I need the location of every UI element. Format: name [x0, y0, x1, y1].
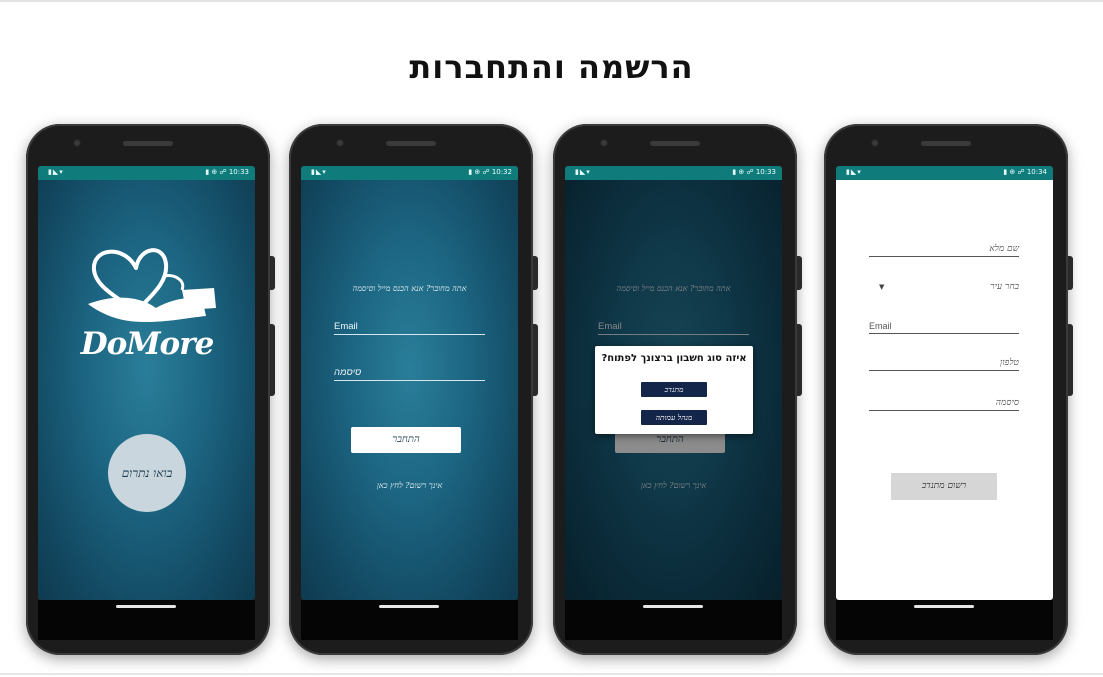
password-placeholder: סיסמה	[995, 398, 1019, 408]
volunteer-option-button[interactable]: מתנדב	[641, 382, 707, 397]
screen: ▮◣▾ ▮ ⊕ ☍ 10:32 אתה מחובר? אנא הכנס מייל…	[301, 166, 518, 600]
signal-wifi-icon: ▮◣▾	[575, 168, 591, 176]
full-name-placeholder: שם מלא	[989, 244, 1019, 254]
home-gesture-bar[interactable]	[116, 605, 176, 608]
status-bar: ▮◣▾ ▮ ⊕ ☍ 10:33	[565, 166, 782, 180]
nav-bar	[301, 600, 518, 640]
phone-register: ▮◣▾ ▮ ⊕ ☍ 10:34 שם מלא ▼ בחר עיר Email ט…	[824, 124, 1073, 655]
city-select[interactable]: ▼ בחר עיר	[869, 278, 1019, 294]
phone-account-dialog: ▮◣▾ ▮ ⊕ ☍ 10:33 אתה מחובר? אנא הכנס מייל…	[553, 124, 802, 655]
power-button	[533, 324, 538, 396]
lets-donate-button[interactable]: בואו נתרום	[108, 434, 186, 512]
status-bar: ▮◣▾ ▮ ⊕ ☍ 10:34	[836, 166, 1053, 180]
status-bar: ▮◣▾ ▮ ⊕ ☍ 10:32	[301, 166, 518, 180]
status-time: 10:33	[228, 168, 249, 176]
battery-icon: ▮ ⊕ ☍	[205, 168, 229, 176]
camera-icon	[871, 139, 879, 147]
home-gesture-bar[interactable]	[914, 605, 974, 608]
nav-bar	[565, 600, 782, 640]
speaker-grille	[123, 141, 173, 146]
full-name-field[interactable]: שם מלא	[869, 240, 1019, 257]
screen: ▮◣▾ ▮ ⊕ ☍ 10:34 שם מלא ▼ בחר עיר Email ט…	[836, 166, 1053, 600]
nav-bar	[38, 600, 255, 640]
signal-wifi-icon: ▮◣▾	[48, 168, 64, 176]
home-gesture-bar[interactable]	[643, 605, 703, 608]
email-field[interactable]: Email	[334, 318, 485, 335]
status-time: 10:33	[755, 168, 776, 176]
status-time: 10:34	[1026, 168, 1047, 176]
power-button	[1068, 324, 1073, 396]
heart-hands-logo-icon	[88, 248, 216, 322]
camera-icon	[600, 139, 608, 147]
dialog-title: איזה סוג חשבון ברצונך לפתוח?	[601, 353, 747, 364]
power-button	[797, 324, 802, 396]
volume-button	[1068, 256, 1073, 290]
login-button[interactable]: התחבר	[351, 427, 461, 453]
register-volunteer-button[interactable]: רשום מתנדב	[891, 473, 997, 500]
power-button	[270, 324, 275, 396]
password-field[interactable]: סיסמה	[334, 364, 485, 381]
nav-bar	[836, 600, 1053, 640]
email-placeholder: Email	[869, 321, 892, 331]
register-link[interactable]: אינך רשום? לחץ כאן	[301, 481, 518, 490]
volume-button	[270, 256, 275, 290]
logo-text: DoMore	[80, 326, 215, 362]
phone-splash: ▮◣▾ ▮ ⊕ ☍ 10:33 DoMore בואו נתרום	[26, 124, 275, 655]
dropdown-caret-icon: ▼	[879, 283, 885, 291]
home-gesture-bar[interactable]	[379, 605, 439, 608]
city-placeholder: בחר עיר	[990, 282, 1019, 292]
password-field[interactable]: סיסמה	[869, 394, 1019, 411]
camera-icon	[73, 139, 81, 147]
top-divider	[0, 0, 1103, 2]
phone-login: ▮◣▾ ▮ ⊕ ☍ 10:32 אתה מחובר? אנא הכנס מייל…	[289, 124, 538, 655]
screen: ▮◣▾ ▮ ⊕ ☍ 10:33 DoMore בואו נתרום	[38, 166, 255, 600]
status-time: 10:32	[491, 168, 512, 176]
speaker-grille	[650, 141, 700, 146]
email-placeholder: Email	[334, 321, 358, 332]
email-field[interactable]: Email	[869, 317, 1019, 334]
battery-icon: ▮ ⊕ ☍	[732, 168, 756, 176]
password-placeholder: סיסמה	[334, 367, 362, 378]
screen: ▮◣▾ ▮ ⊕ ☍ 10:33 אתה מחובר? אנא הכנס מייל…	[565, 166, 782, 600]
page-title: הרשמה והתחברות	[409, 48, 694, 86]
volume-button	[797, 256, 802, 290]
screen-background	[301, 180, 518, 600]
login-hint: אתה מחובר? אנא הכנס מייל וסיסמה	[352, 284, 467, 293]
speaker-grille	[921, 141, 971, 146]
phone-field[interactable]: טלפון	[869, 354, 1019, 371]
volume-button	[533, 256, 538, 290]
camera-icon	[336, 139, 344, 147]
signal-wifi-icon: ▮◣▾	[846, 168, 862, 176]
phone-placeholder: טלפון	[1000, 358, 1019, 368]
status-bar: ▮◣▾ ▮ ⊕ ☍ 10:33	[38, 166, 255, 180]
battery-icon: ▮ ⊕ ☍	[1003, 168, 1027, 176]
battery-icon: ▮ ⊕ ☍	[468, 168, 492, 176]
bottom-divider	[0, 673, 1103, 675]
speaker-grille	[386, 141, 436, 146]
account-type-dialog: איזה סוג חשבון ברצונך לפתוח? מתנדב מנהל …	[595, 346, 753, 434]
signal-wifi-icon: ▮◣▾	[311, 168, 327, 176]
charity-manager-option-button[interactable]: מנהל עמותה	[641, 410, 707, 425]
